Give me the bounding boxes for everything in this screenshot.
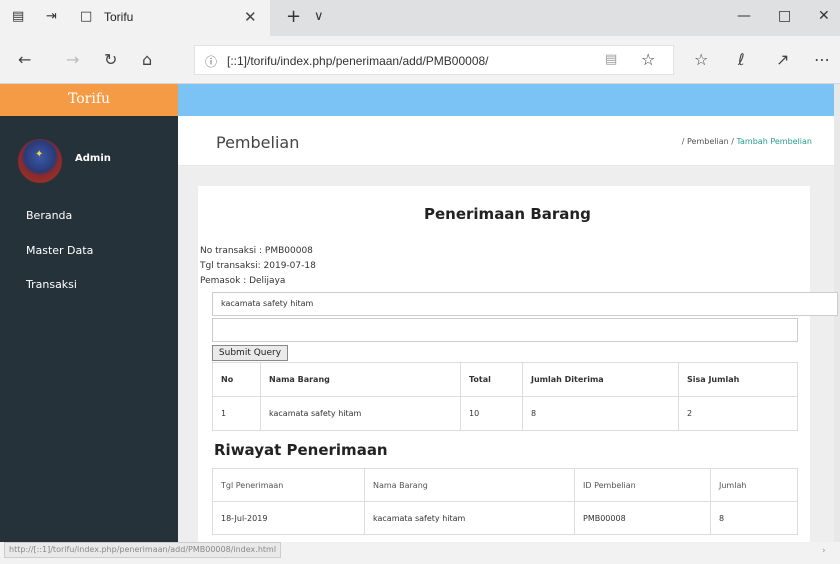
tab-switcher-icon[interactable]: ▤ [12, 9, 24, 24]
new-tab-icon[interactable]: + [286, 6, 301, 27]
refresh-icon[interactable]: ↻ [104, 50, 117, 69]
minimize-icon[interactable]: — [737, 8, 751, 24]
url-text[interactable]: [::1]/torifu/index.php/penerimaan/add/PM… [227, 54, 489, 68]
share-icon[interactable]: ↗ [776, 50, 789, 69]
items-table: No Nama Barang Total Jumlah Diterima Sis… [212, 362, 798, 431]
col-id-pembelian: ID Pembelian [574, 468, 711, 502]
col-sisa-jumlah: Sisa Jumlah [678, 362, 798, 397]
tab-title: Torifu [104, 10, 134, 24]
cell-nama-barang: kacamata safety hitam [364, 501, 575, 535]
sidebar-item-transaksi[interactable]: Transaksi [26, 278, 77, 291]
page-header: Pembelian / Pembelian / Tambah Pembelian [178, 116, 834, 166]
browser-tab[interactable]: ▤ ⇥ □ Torifu ✕ [0, 0, 270, 36]
cell-no: 1 [212, 396, 261, 431]
page-icon: □ [80, 9, 93, 24]
col-jumlah-diterima: Jumlah Diterima [522, 362, 679, 397]
status-url: http://[::1]/torifu/index.php/penerimaan… [4, 542, 282, 558]
home-icon[interactable]: ⌂ [142, 50, 152, 69]
favorites-icon[interactable]: ☆ [694, 50, 708, 69]
table-row: 18-Jul-2019 kacamata safety hitam PMB000… [212, 501, 798, 535]
history-heading: Riwayat Penerimaan [214, 441, 388, 459]
favorite-star-icon[interactable]: ☆ [641, 50, 655, 69]
breadcrumb-item-pembelian[interactable]: Pembelian [687, 137, 729, 146]
sidebar: Torifu ✦ Admin Beranda Master Data Trans… [0, 84, 178, 542]
chevron-right-icon[interactable]: › [822, 546, 826, 556]
star-icon: ✦ [35, 149, 44, 160]
tgl-transaksi: Tgl transaksi: 2019-07-18 [200, 261, 316, 271]
col-jumlah: Jumlah [710, 468, 798, 502]
col-no: No [212, 362, 261, 397]
forward-icon[interactable]: → [66, 50, 79, 69]
avatar: ✦ [18, 139, 62, 183]
breadcrumb-item-tambah: Tambah Pembelian [736, 137, 812, 146]
sidebar-item-beranda[interactable]: Beranda [26, 209, 72, 222]
reading-view-icon[interactable]: ▤ [605, 52, 617, 67]
set-aside-tabs-icon[interactable]: ⇥ [46, 9, 57, 24]
browser-titlebar: ▤ ⇥ □ Torifu ✕ + ∨ — □ ✕ [0, 0, 840, 36]
top-navbar [178, 84, 834, 116]
item-select[interactable]: kacamata safety hitam [212, 292, 838, 316]
cell-jumlah: 8 [710, 501, 798, 535]
site-info-icon[interactable]: ⓘ [205, 53, 217, 70]
address-bar[interactable]: ⓘ [::1]/torifu/index.php/penerimaan/add/… [194, 45, 674, 75]
col-tgl-penerimaan: Tgl Penerimaan [212, 468, 365, 502]
cell-nama-barang: kacamata safety hitam [260, 396, 461, 431]
col-total: Total [460, 362, 523, 397]
user-name: Admin [75, 153, 111, 164]
table-header-row: No Nama Barang Total Jumlah Diterima Sis… [212, 362, 798, 397]
table-row: 1 kacamata safety hitam 10 8 2 [212, 396, 798, 431]
close-tab-icon[interactable]: ✕ [244, 8, 257, 26]
cell-total: 10 [460, 396, 523, 431]
col-nama-barang: Nama Barang [260, 362, 461, 397]
sidebar-item-master-data[interactable]: Master Data [26, 244, 93, 257]
chevron-down-icon[interactable]: ∨ [314, 9, 324, 24]
cell-id-pembelian: PMB00008 [574, 501, 711, 535]
back-icon[interactable]: ← [18, 50, 31, 69]
table-header-row: Tgl Penerimaan Nama Barang ID Pembelian … [212, 468, 798, 502]
more-icon[interactable]: ⋯ [814, 50, 830, 69]
no-transaksi: No transaksi : PMB00008 [200, 246, 313, 256]
item-select-value: kacamata safety hitam [221, 299, 314, 308]
cell-jumlah-diterima: 8 [522, 396, 679, 431]
cell-sisa-jumlah: 2 [678, 396, 798, 431]
form-heading: Penerimaan Barang [424, 205, 591, 223]
pemasok: Pemasok : Delijaya [200, 276, 286, 286]
close-window-icon[interactable]: ✕ [818, 8, 830, 24]
page-title: Pembelian [216, 133, 300, 152]
history-table: Tgl Penerimaan Nama Barang ID Pembelian … [212, 468, 798, 535]
brand-logo[interactable]: Torifu [0, 84, 178, 116]
quantity-input[interactable] [212, 318, 798, 342]
maximize-icon[interactable]: □ [778, 8, 791, 24]
col-nama-barang: Nama Barang [364, 468, 575, 502]
submit-button[interactable]: Submit Query [212, 345, 288, 361]
browser-toolbar: ← → ↻ ⌂ ⓘ [::1]/torifu/index.php/penerim… [0, 36, 840, 84]
cell-tgl-penerimaan: 18-Jul-2019 [212, 501, 365, 535]
pen-icon[interactable]: ℓ [738, 50, 745, 69]
breadcrumb: / Pembelian / Tambah Pembelian [681, 137, 812, 146]
